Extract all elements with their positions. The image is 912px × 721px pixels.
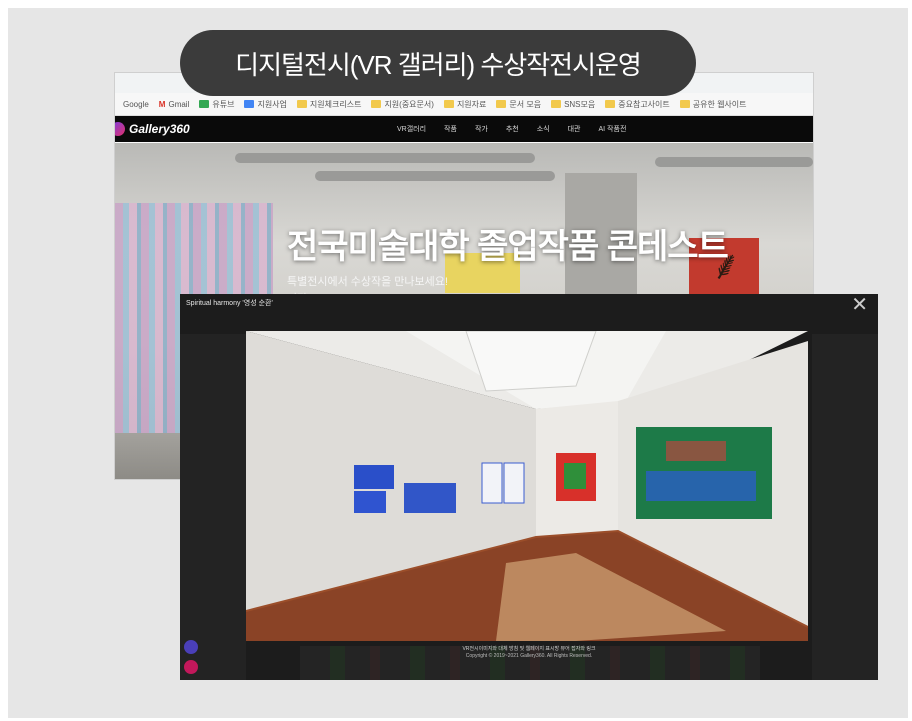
bookmark-item[interactable]: 지원자료 — [443, 99, 486, 110]
gmail-icon: M — [158, 99, 166, 109]
folder-icon — [679, 100, 690, 108]
nav-item-rental[interactable]: 대관 — [568, 124, 581, 134]
close-icon[interactable]: ✕ — [851, 294, 868, 317]
nav-item-recommend[interactable]: 추천 — [506, 124, 519, 134]
caption-text: 디지털전시(VR 갤러리) 수상작전시운영 — [235, 49, 642, 80]
caption-banner: 디지털전시(VR 갤러리) 수상작전시운영 — [180, 30, 696, 96]
site-navbar: Gallery360 VR갤러리 작품 작가 추천 소식 대관 AI 작품전 — [115, 116, 813, 142]
control-button[interactable] — [184, 660, 198, 674]
folder-icon — [605, 100, 616, 108]
ceiling-duct — [655, 157, 813, 167]
bookmark-item[interactable]: M Gmail — [159, 100, 190, 109]
viewer-side-panel — [812, 334, 878, 680]
painting[interactable] — [481, 462, 503, 504]
folder-icon — [296, 100, 307, 108]
folder-icon — [199, 100, 210, 108]
vr-gallery-view[interactable] — [246, 331, 808, 641]
viewer-footer-notice: VR전시이미지와 대체 방침 및 웹페이지 표시방 뷰어 접자와 링크 — [462, 646, 596, 652]
bookmark-item[interactable]: 문서 모음 — [496, 99, 541, 110]
site-logo[interactable]: Gallery360 — [129, 122, 190, 136]
viewer-side-panel — [180, 334, 246, 680]
painting[interactable] — [354, 491, 386, 513]
hero-title: 전국미술대학 졸업작품 콘테스트 — [287, 228, 729, 266]
bookmark-item[interactable]: 지원(중요문서) — [371, 99, 434, 110]
nav-item-ai-exhibition[interactable]: AI 작품전 — [599, 124, 627, 134]
painting[interactable] — [404, 483, 456, 513]
gallery360-logo-icon — [115, 122, 125, 136]
painting[interactable] — [503, 462, 525, 504]
bookmarks-bar: Google M Gmail 유튜브 지원사업 지원체크리스트 지원(중요문서) … — [115, 93, 813, 116]
viewer-footer-copyright: Copyright © 2019~2021 Gallery360. All Ri… — [465, 653, 593, 659]
folder-icon — [443, 100, 454, 108]
nav-item-artists[interactable]: 작가 — [475, 124, 488, 134]
bookmark-item[interactable]: 지원체크리스트 — [296, 99, 361, 110]
folder-icon — [496, 100, 507, 108]
bookmark-item[interactable]: 공유한 웹사이트 — [679, 99, 747, 110]
site-nav-menu: VR갤러리 작품 작가 추천 소식 대관 AI 작품전 — [397, 116, 626, 142]
viewer-title: Spiritual harmony '영성 순환' — [186, 300, 273, 307]
painting[interactable] — [354, 465, 394, 489]
bookmark-item[interactable]: 지원사업 — [244, 99, 287, 110]
nav-item-vr-gallery[interactable]: VR갤러리 — [397, 124, 426, 134]
bookmark-item[interactable]: 중요참고사이트 — [605, 99, 670, 110]
bookmark-item[interactable]: SNS모음 — [551, 99, 595, 110]
nav-item-artworks[interactable]: 작품 — [444, 124, 457, 134]
ceiling-duct — [315, 171, 555, 181]
bookmark-item[interactable]: Google — [123, 100, 149, 109]
bookmark-item[interactable]: 유튜브 — [199, 99, 234, 110]
folder-icon — [551, 100, 562, 108]
hero-subtitle: 특별전시에서 수상작을 만나보세요! — [287, 276, 448, 288]
vr-viewer-window: Spiritual harmony '영성 순환' ✕ VR전시이미지와 대체 … — [180, 294, 878, 680]
folder-icon — [244, 100, 255, 108]
folder-icon — [371, 100, 382, 108]
ceiling-duct — [235, 153, 535, 163]
nav-item-news[interactable]: 소식 — [537, 124, 550, 134]
